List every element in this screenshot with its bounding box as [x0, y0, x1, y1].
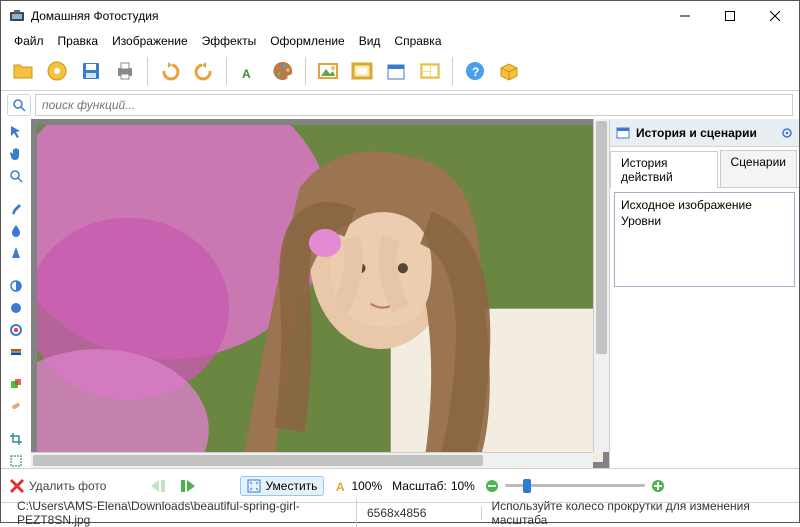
history-item[interactable]: Уровни — [619, 213, 790, 229]
zoom-slider — [485, 479, 665, 493]
separator — [147, 57, 148, 85]
picture-button[interactable] — [312, 55, 344, 87]
maximize-button[interactable] — [707, 2, 752, 30]
clone-tool[interactable] — [7, 377, 25, 391]
search-input[interactable] — [35, 94, 793, 116]
zoom-in-button[interactable] — [651, 479, 665, 493]
actual-size-button[interactable]: A 100% — [334, 479, 382, 493]
burn-tool[interactable] — [7, 301, 25, 315]
main-toolbar: A ? — [1, 51, 799, 91]
titlebar: Домашняя Фотостудия — [1, 1, 799, 31]
separator — [452, 57, 453, 85]
select-tool[interactable] — [7, 454, 25, 468]
menu-file[interactable]: Файл — [7, 32, 51, 50]
heal-tool[interactable] — [7, 399, 25, 413]
pointer-tool[interactable] — [7, 125, 25, 139]
statusbar: C:\Users\AMS-Elena\Downloads\beautiful-s… — [1, 502, 799, 522]
text-button[interactable]: A — [233, 55, 265, 87]
tab-scripts[interactable]: Сценарии — [720, 150, 797, 187]
box-button[interactable] — [493, 55, 525, 87]
status-path: C:\Users\AMS-Elena\Downloads\beautiful-s… — [7, 499, 357, 527]
delete-photo-button[interactable]: Удалить фото — [9, 478, 106, 494]
photo-image — [37, 125, 603, 462]
sharpen-tool[interactable] — [7, 246, 25, 260]
search-button[interactable] — [7, 94, 31, 116]
search-row — [1, 91, 799, 119]
save-button[interactable] — [75, 55, 107, 87]
drop-tool[interactable] — [7, 224, 25, 238]
fit-button[interactable]: Уместить — [240, 476, 324, 496]
text-a-icon: A — [334, 479, 348, 493]
percent-label: 100% — [351, 479, 382, 493]
undo-button[interactable] — [154, 55, 186, 87]
menu-edit[interactable]: Правка — [51, 32, 106, 50]
hand-tool[interactable] — [7, 147, 25, 161]
tab-history[interactable]: История действий — [610, 151, 718, 188]
fit-label: Уместить — [265, 479, 317, 493]
zoom-label: Масштаб: — [392, 479, 447, 493]
fit-icon — [247, 479, 261, 493]
menu-effects[interactable]: Эффекты — [195, 32, 264, 50]
tools-panel — [1, 119, 31, 468]
close-button[interactable] — [752, 2, 797, 30]
svg-text:A: A — [336, 480, 345, 493]
hue-tool[interactable] — [7, 323, 25, 337]
history-item[interactable]: Исходное изображение — [619, 197, 790, 213]
bottom-bar: Удалить фото Уместить A 100% Масштаб: 10… — [1, 468, 799, 502]
zoom-value: 10% — [451, 479, 475, 493]
minimize-button[interactable] — [662, 2, 707, 30]
dodge-tool[interactable] — [7, 279, 25, 293]
window-title: Домашняя Фотостудия — [31, 9, 662, 23]
panel-tabs: История действий Сценарии — [610, 147, 799, 188]
collage-button[interactable] — [414, 55, 446, 87]
menu-help[interactable]: Справка — [387, 32, 448, 50]
print-button[interactable] — [109, 55, 141, 87]
svg-text:A: A — [242, 67, 251, 81]
prev-button[interactable] — [146, 475, 168, 497]
palette-button[interactable] — [267, 55, 299, 87]
panel-title: История и сценарии — [636, 126, 757, 140]
x-icon — [9, 478, 25, 494]
canvas[interactable] — [31, 119, 609, 468]
zoom-slider-track[interactable] — [505, 484, 645, 487]
separator — [305, 57, 306, 85]
crop-tool[interactable] — [7, 432, 25, 446]
rainbow-tool[interactable] — [7, 345, 25, 359]
zoom-out-button[interactable] — [485, 479, 499, 493]
panel-gear-icon[interactable] — [781, 127, 793, 139]
brush-tool[interactable] — [7, 202, 25, 216]
left-column — [1, 119, 609, 468]
menu-design[interactable]: Оформление — [263, 32, 351, 50]
status-dims: 6568x4856 — [357, 506, 482, 520]
svg-text:?: ? — [472, 65, 479, 79]
history-icon — [616, 126, 630, 140]
delete-label: Удалить фото — [29, 479, 106, 493]
right-panel: История и сценарии История действий Сцен… — [609, 119, 799, 468]
editor-area — [1, 119, 609, 468]
horizontal-scrollbar[interactable] — [31, 452, 593, 468]
main-area: История и сценарии История действий Сцен… — [1, 119, 799, 468]
calendar-button[interactable] — [380, 55, 412, 87]
menu-view[interactable]: Вид — [352, 32, 388, 50]
zoom-tool[interactable] — [7, 169, 25, 183]
menu-image[interactable]: Изображение — [105, 32, 195, 50]
app-icon — [9, 8, 25, 24]
zoom-slider-thumb[interactable] — [523, 479, 531, 493]
redo-button[interactable] — [188, 55, 220, 87]
help-button[interactable]: ? — [459, 55, 491, 87]
menubar: Файл Правка Изображение Эффекты Оформлен… — [1, 31, 799, 51]
status-hint: Используйте колесо прокрутки для изменен… — [482, 499, 794, 527]
panel-header: История и сценарии — [610, 119, 799, 147]
catalog-button[interactable] — [41, 55, 73, 87]
next-button[interactable] — [178, 475, 200, 497]
separator — [226, 57, 227, 85]
open-file-button[interactable] — [7, 55, 39, 87]
vertical-scrollbar[interactable] — [593, 119, 609, 452]
history-list[interactable]: Исходное изображение Уровни — [614, 192, 795, 287]
frame-button[interactable] — [346, 55, 378, 87]
